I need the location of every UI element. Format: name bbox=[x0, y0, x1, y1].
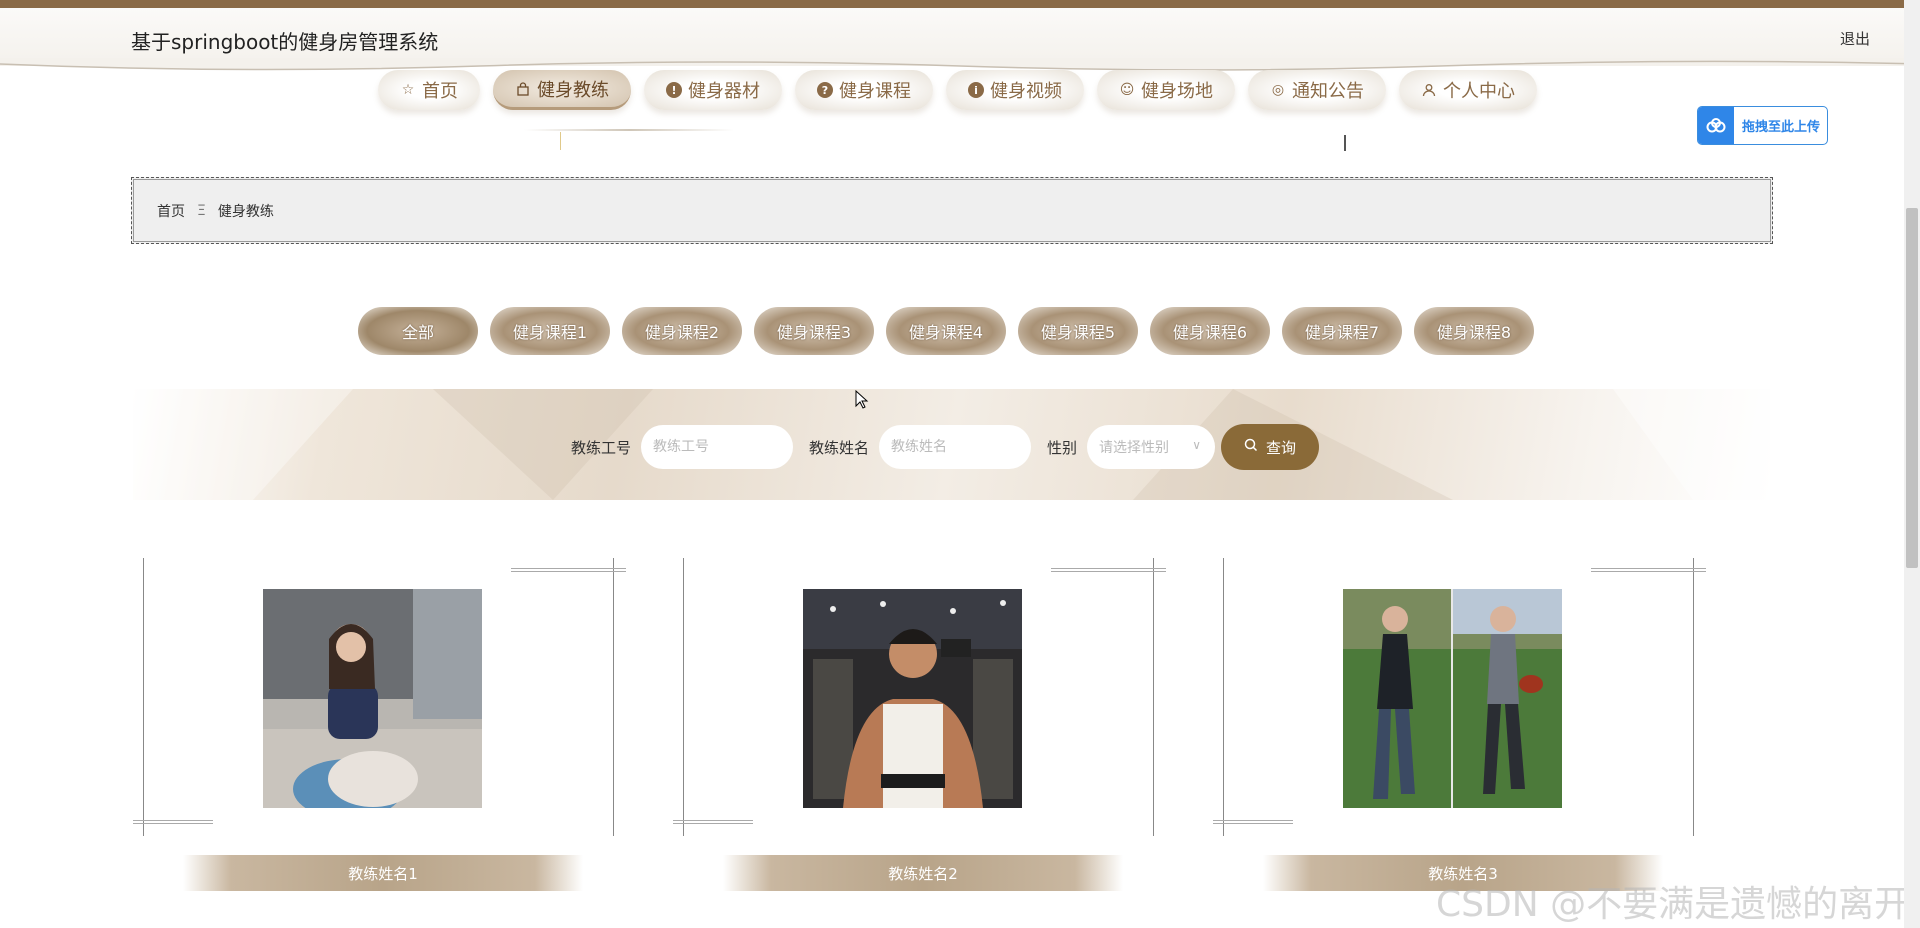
nav-underline bbox=[524, 129, 734, 131]
nav-item-home[interactable]: ☆ 首页 bbox=[378, 70, 480, 110]
category-tab[interactable]: 健身课程7 bbox=[1282, 307, 1402, 355]
nav-item-profile[interactable]: 个人中心 bbox=[1399, 70, 1537, 110]
coach-photo[interactable] bbox=[263, 589, 482, 808]
card-frame bbox=[683, 558, 684, 836]
coach-name-input[interactable] bbox=[879, 425, 1032, 469]
nav-item-courses[interactable]: ? 健身课程 bbox=[795, 70, 933, 110]
nav-item-venues[interactable]: ☺ 健身场地 bbox=[1097, 70, 1235, 110]
info-circle-icon: ! bbox=[666, 82, 682, 98]
coach-photo[interactable] bbox=[1343, 589, 1562, 808]
upload-button[interactable]: 拖拽至此上传 bbox=[1697, 106, 1828, 145]
check-circle-icon: ◎ bbox=[1271, 82, 1285, 98]
breadcrumb-separator: Ξ bbox=[197, 202, 206, 219]
coach-card[interactable]: 教练姓名1 bbox=[133, 558, 626, 891]
nav-item-equipment[interactable]: ! 健身器材 bbox=[644, 70, 782, 110]
nav-item-label: 首页 bbox=[422, 81, 458, 102]
category-tab[interactable]: 健身课程2 bbox=[622, 307, 742, 355]
scrollbar-thumb[interactable] bbox=[1906, 208, 1918, 568]
logout-link[interactable]: 退出 bbox=[1840, 28, 1870, 49]
face-icon: ☺ bbox=[1119, 82, 1135, 98]
card-frame bbox=[613, 558, 614, 836]
nav-item-label: 健身课程 bbox=[839, 81, 911, 102]
coach-name: 教练姓名1 bbox=[183, 855, 583, 891]
breadcrumb: 首页 Ξ 健身教练 bbox=[131, 177, 1773, 244]
card-frame bbox=[1051, 568, 1166, 572]
card-frame bbox=[133, 820, 213, 824]
coach-no-input[interactable] bbox=[641, 425, 794, 469]
category-tab-all[interactable]: 全部 bbox=[358, 307, 478, 355]
category-tab[interactable]: 健身课程6 bbox=[1150, 307, 1270, 355]
gender-select[interactable]: 请选择性别 ∨ bbox=[1087, 425, 1216, 469]
search-button-label: 查询 bbox=[1266, 439, 1297, 457]
card-frame bbox=[1213, 820, 1293, 824]
coach-name: 教练姓名2 bbox=[723, 855, 1123, 891]
card-frame bbox=[1591, 568, 1706, 572]
coach-name-label: 教练姓名 bbox=[809, 438, 870, 457]
nav-item-videos[interactable]: i 健身视频 bbox=[946, 70, 1084, 110]
coach-card[interactable]: 教练姓名3 bbox=[1213, 558, 1706, 891]
star-icon: ☆ bbox=[401, 82, 415, 98]
nav-item-label: 健身视频 bbox=[990, 81, 1062, 102]
search-icon bbox=[1244, 438, 1258, 456]
top-border bbox=[0, 0, 1920, 8]
info-circle-icon: i bbox=[968, 82, 984, 98]
watermark: CSDN @不要满是遗憾的离开 bbox=[1436, 884, 1911, 925]
mouse-cursor-icon bbox=[855, 389, 869, 414]
upload-label: 拖拽至此上传 bbox=[1742, 120, 1821, 135]
coach-photo[interactable] bbox=[803, 589, 1022, 808]
cloud-upload-icon bbox=[1698, 107, 1734, 144]
nav-item-notices[interactable]: ◎ 通知公告 bbox=[1248, 70, 1386, 110]
nav-item-label: 个人中心 bbox=[1443, 81, 1515, 102]
search-button[interactable]: 查询 bbox=[1221, 424, 1320, 470]
nav-item-label: 健身场地 bbox=[1141, 81, 1213, 102]
bag-icon bbox=[515, 81, 531, 97]
category-tabs: 全部 健身课程1 健身课程2 健身课程3 健身课程4 健身课程5 健身课程6 健… bbox=[358, 307, 1534, 355]
breadcrumb-current: 健身教练 bbox=[217, 203, 274, 220]
category-tab[interactable]: 健身课程4 bbox=[886, 307, 1006, 355]
site-title: 基于springboot的健身房管理系统 bbox=[131, 30, 439, 54]
decor-mark bbox=[1344, 135, 1346, 151]
gender-label: 性别 bbox=[1047, 438, 1078, 457]
chevron-down-icon: ∨ bbox=[1192, 438, 1202, 452]
gender-placeholder: 请选择性别 bbox=[1099, 440, 1170, 456]
breadcrumb-home[interactable]: 首页 bbox=[157, 201, 185, 221]
card-frame bbox=[511, 568, 626, 572]
search-form: 教练工号 教练姓名 性别 请选择性别 ∨ 查询 bbox=[571, 424, 1320, 470]
category-tab[interactable]: 健身课程8 bbox=[1414, 307, 1534, 355]
coach-card[interactable]: 教练姓名2 bbox=[673, 558, 1166, 891]
nav-item-coaches[interactable]: 健身教练 bbox=[493, 70, 631, 110]
nav-item-label: 健身教练 bbox=[537, 79, 609, 101]
card-frame bbox=[673, 820, 753, 824]
nav-item-label: 通知公告 bbox=[1292, 81, 1364, 102]
card-frame bbox=[1223, 558, 1224, 836]
card-frame bbox=[1153, 558, 1154, 836]
decor-mark bbox=[560, 132, 561, 150]
category-tab[interactable]: 健身课程1 bbox=[490, 307, 610, 355]
question-circle-icon: ? bbox=[817, 82, 833, 98]
nav-item-label: 健身器材 bbox=[688, 81, 760, 102]
card-frame bbox=[143, 558, 144, 836]
category-tab[interactable]: 健身课程3 bbox=[754, 307, 874, 355]
user-icon bbox=[1421, 82, 1437, 98]
coach-no-label: 教练工号 bbox=[571, 438, 632, 457]
card-frame bbox=[1693, 558, 1694, 836]
page: 基于springboot的健身房管理系统 退出 ☆ 首页 健身教练 ! 健身器材… bbox=[0, 0, 1920, 928]
category-tab[interactable]: 健身课程5 bbox=[1018, 307, 1138, 355]
main-nav: ☆ 首页 健身教练 ! 健身器材 ? 健身课程 i 健身视频 ☺ 健身场地 ◎ … bbox=[378, 70, 1537, 110]
